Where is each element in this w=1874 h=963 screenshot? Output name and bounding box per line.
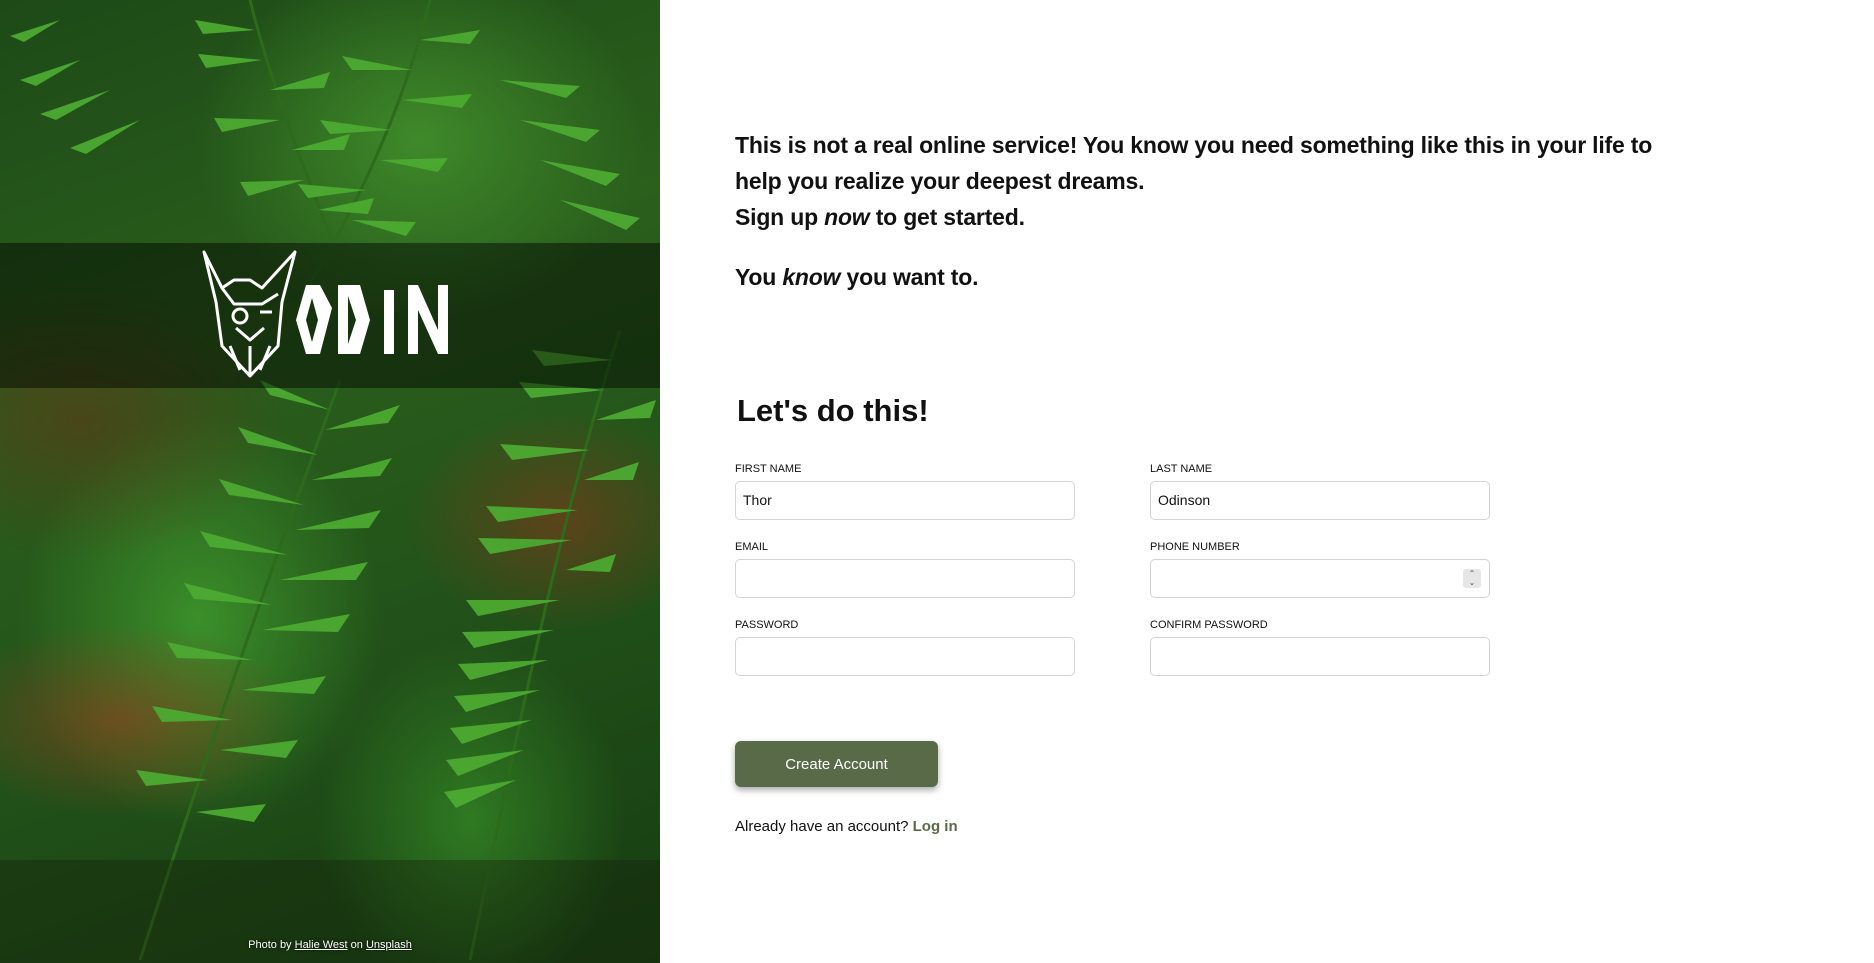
login-prompt: Already have an account? Log in — [735, 818, 958, 835]
phone-input[interactable]: ⌃ ⌄ — [1150, 559, 1490, 598]
credit-prefix: Photo by — [248, 939, 292, 951]
last-name-field: LAST NAME Odinson — [1150, 462, 1490, 520]
know-before: You — [735, 264, 783, 290]
email-field: EMAIL — [735, 540, 1075, 598]
last-name-label: LAST NAME — [1150, 463, 1213, 475]
phone-field: PHONE NUMBER ⌃ ⌄ — [1150, 540, 1490, 598]
signup-after: to get started. — [869, 204, 1025, 230]
fern-background-image — [0, 0, 660, 963]
confirm-password-label: CONFIRM PASSWORD — [1150, 619, 1268, 631]
confirm-password-field: CONFIRM PASSWORD — [1150, 618, 1490, 676]
last-name-input[interactable]: Odinson — [1150, 481, 1490, 520]
email-label: EMAIL — [735, 541, 769, 553]
first-name-input[interactable]: Thor — [735, 481, 1075, 520]
know-after: you want to. — [840, 264, 979, 290]
password-label: PASSWORD — [735, 619, 799, 631]
credit-site-link[interactable]: Unsplash — [366, 939, 412, 951]
intro-text: This is not a real online service! You k… — [735, 127, 1655, 295]
confirm-password-input[interactable] — [1150, 637, 1490, 676]
know-emphasis: know — [782, 264, 841, 290]
login-link[interactable]: Log in — [913, 818, 958, 835]
know-line: You know you want to. — [735, 259, 1655, 295]
signup-page: Photo by Halie West on Unsplash This is … — [0, 0, 1874, 963]
email-input[interactable] — [735, 559, 1075, 598]
password-field: PASSWORD — [735, 618, 1075, 676]
hero-panel: Photo by Halie West on Unsplash — [0, 0, 660, 963]
intro-line: This is not a real online service! You k… — [735, 132, 1653, 194]
first-name-field: FIRST NAME Thor — [735, 462, 1075, 520]
form-title: Let's do this! — [737, 393, 929, 428]
password-input[interactable] — [735, 637, 1075, 676]
number-spinner-icon[interactable]: ⌃ ⌄ — [1463, 569, 1481, 588]
signup-emphasis: now — [824, 204, 870, 230]
first-name-label: FIRST NAME — [735, 463, 802, 475]
odin-logo — [202, 250, 448, 378]
login-prompt-text: Already have an account? — [735, 818, 909, 835]
credit-on: on — [350, 939, 363, 951]
photo-credit: Photo by Halie West on Unsplash — [0, 939, 660, 951]
phone-label: PHONE NUMBER — [1150, 541, 1240, 553]
credit-author-link[interactable]: Halie West — [295, 939, 348, 951]
signup-before: Sign up — [735, 204, 825, 230]
create-account-button[interactable]: Create Account — [735, 741, 938, 787]
signup-line: Sign up now to get started. — [735, 199, 1655, 235]
